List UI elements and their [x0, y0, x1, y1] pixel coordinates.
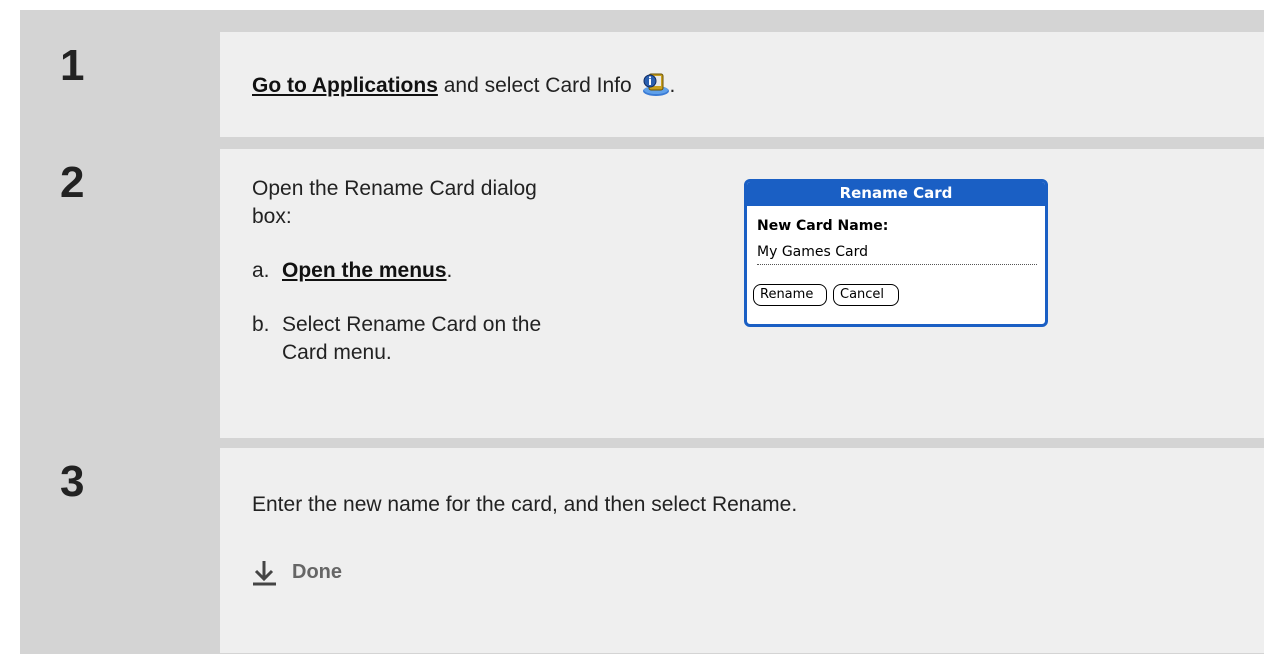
substep-a-label: a.: [252, 259, 270, 282]
step-content: Go to Applications and select Card Info …: [220, 32, 1264, 137]
card-info-icon: [642, 70, 670, 98]
step-number: 3: [60, 457, 85, 506]
new-card-name-input[interactable]: My Games Card: [757, 242, 1037, 265]
step-number-box: 2: [40, 149, 220, 438]
steps-container: 1 Go to Applications and select Card Inf…: [20, 10, 1264, 654]
substep-b: b. Select Rename Card on the Card menu.: [252, 311, 582, 367]
step-2: 2 Open the Rename Card dialog box: a. Ope…: [40, 149, 1264, 438]
step-2-intro: Open the Rename Card dialog box:: [252, 177, 537, 228]
go-to-applications-link[interactable]: Go to Applications: [252, 74, 438, 97]
rename-card-dialog: Rename Card New Card Name: My Games Card…: [744, 179, 1048, 327]
substep-a: a. Open the menus.: [252, 257, 452, 285]
new-card-name-label: New Card Name:: [757, 218, 889, 234]
cancel-button[interactable]: Cancel: [833, 284, 899, 306]
step-number: 2: [60, 158, 85, 207]
substep-a-period: .: [446, 259, 453, 282]
step-1-period: .: [669, 74, 676, 97]
down-arrow-icon: [253, 561, 276, 586]
step-1: 1 Go to Applications and select Card Inf…: [40, 32, 1264, 137]
step-3-instruction: Enter the new name for the card, and the…: [252, 493, 798, 516]
open-the-menus-link[interactable]: Open the menus: [282, 259, 447, 282]
step-content: Enter the new name for the card, and the…: [220, 448, 1264, 653]
step-3: 3 Enter the new name for the card, and t…: [40, 448, 1264, 653]
substep-b-label: b.: [252, 313, 270, 336]
step-number-box: 1: [40, 32, 220, 137]
step-number: 1: [60, 41, 85, 90]
step-content: Open the Rename Card dialog box: a. Open …: [220, 149, 1264, 438]
step-1-text: and select Card Info: [437, 74, 638, 97]
done-label: Done: [292, 561, 342, 583]
step-number-box: 3: [40, 448, 220, 653]
rename-button[interactable]: Rename: [753, 284, 827, 306]
dialog-title: Rename Card: [747, 182, 1045, 206]
step-1-instruction: Go to Applications and select Card Info …: [252, 70, 675, 100]
substep-b-text: Select Rename Card on the Card menu.: [282, 313, 542, 364]
